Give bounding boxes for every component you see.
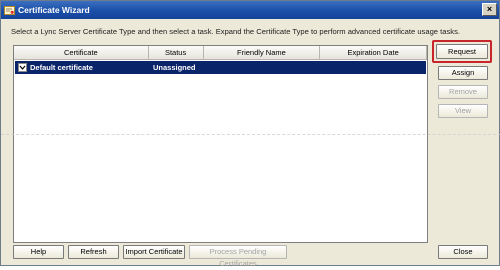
column-header-friendly-name[interactable]: Friendly Name	[203, 46, 321, 60]
certificate-wizard-window: Certificate Wizard × Select a Lync Serve…	[0, 0, 500, 268]
title-bar: Certificate Wizard	[1, 1, 499, 19]
certificate-list[interactable]: Certificate Status Friendly Name Expirat…	[13, 45, 428, 243]
friendly-name-cell	[204, 61, 321, 74]
refresh-button[interactable]: Refresh	[68, 245, 119, 259]
import-certificate-button[interactable]: Import Certificate	[123, 245, 185, 259]
process-pending-certificates-button[interactable]: Process Pending Certificates	[189, 245, 287, 268]
request-button[interactable]: Request	[436, 44, 488, 59]
window-close-button[interactable]: ×	[482, 3, 497, 16]
help-button[interactable]: Help	[13, 245, 64, 259]
column-header-status[interactable]: Status	[148, 46, 204, 60]
list-header: Certificate Status Friendly Name Expirat…	[14, 46, 427, 60]
remove-button[interactable]: Remove	[438, 85, 488, 99]
expiration-date-cell	[321, 61, 426, 74]
chevron-down-icon[interactable]	[18, 63, 27, 72]
instruction-text: Select a Lync Server Certificate Type an…	[11, 27, 460, 36]
certificate-icon	[4, 5, 15, 16]
status-cell: Unassigned	[153, 63, 196, 72]
certificate-cell: Default certificate	[15, 61, 149, 74]
close-button[interactable]: Close	[438, 245, 488, 259]
certificate-name: Default certificate	[30, 63, 93, 72]
assign-button[interactable]: Assign	[438, 66, 488, 80]
column-header-expiration-date[interactable]: Expiration Date	[320, 46, 427, 60]
view-button[interactable]: View	[438, 104, 488, 118]
window-title: Certificate Wizard	[18, 5, 90, 15]
divider	[1, 134, 500, 135]
column-header-certificate[interactable]: Certificate	[14, 46, 149, 60]
table-row[interactable]: Default certificate Unassigned	[15, 61, 426, 74]
